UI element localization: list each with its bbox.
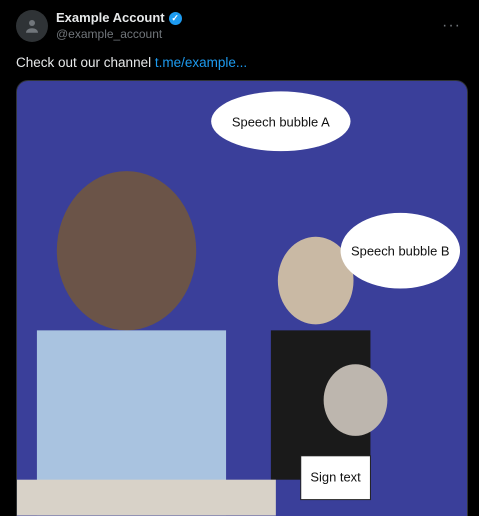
post-image[interactable]: Speech bubble A Speech bubble B Sign tex… bbox=[16, 80, 468, 516]
sign-text: Sign text bbox=[310, 470, 361, 485]
author-handle[interactable]: @example_account bbox=[56, 26, 182, 42]
display-name-text: Example Account bbox=[56, 10, 165, 25]
avatar[interactable] bbox=[16, 10, 48, 42]
more-options-button[interactable]: ··· bbox=[436, 13, 467, 39]
post-text: Check out our channel t.me/example... bbox=[16, 54, 467, 72]
speech-bubble-2-text: Speech bubble B bbox=[351, 244, 450, 259]
user-icon bbox=[26, 20, 38, 33]
post-link[interactable]: t.me/example... bbox=[155, 55, 247, 70]
figure-left bbox=[56, 171, 197, 331]
dog bbox=[323, 364, 388, 436]
post-body: Check out our channel bbox=[16, 55, 152, 70]
verified-icon: ✓ bbox=[168, 11, 182, 25]
comic-illustration: Speech bubble A Speech bubble B Sign tex… bbox=[17, 81, 467, 516]
display-name[interactable]: Example Account ✓ bbox=[56, 10, 182, 26]
post-header: Example Account ✓ @example_account ··· bbox=[16, 10, 467, 42]
table bbox=[17, 479, 276, 516]
post: Example Account ✓ @example_account ··· C… bbox=[0, 0, 479, 516]
speech-bubble-1-text: Speech bubble A bbox=[232, 114, 330, 129]
author-names: Example Account ✓ @example_account bbox=[56, 10, 182, 42]
